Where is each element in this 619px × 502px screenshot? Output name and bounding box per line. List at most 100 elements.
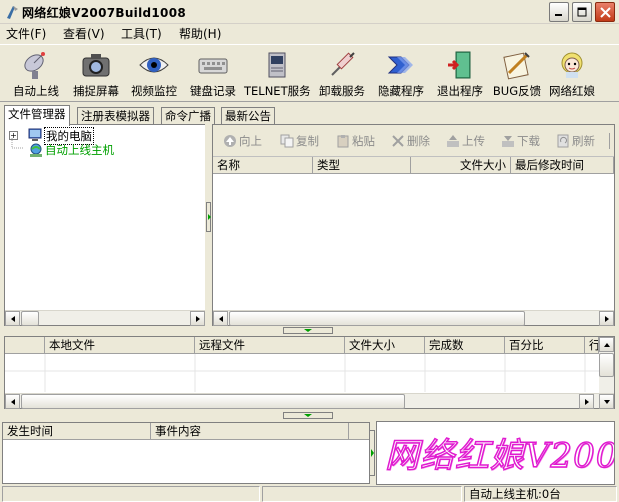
tab-file-manager[interactable]: 文件管理器: [4, 105, 70, 126]
column-event-time[interactable]: 发生时间: [3, 423, 151, 440]
toolbar-label: 视频监控: [131, 84, 177, 98]
host-tree: + 我的电脑 自动上线主机: [4, 124, 206, 326]
horizontal-splitter-grip[interactable]: [283, 412, 333, 419]
toolbar-label: TELNET服务: [244, 84, 311, 98]
exit-door-icon: [444, 49, 476, 81]
scroll-thumb[interactable]: [229, 311, 525, 326]
column-truncated[interactable]: 行: [585, 337, 599, 354]
transfer-list-header: 本地文件 远程文件 文件大小 完成数 百分比 行: [5, 337, 599, 354]
transfer-grid-lines: [5, 354, 599, 392]
close-button[interactable]: [595, 2, 615, 22]
bug-report-icon: [501, 49, 533, 81]
transfer-hscrollbar[interactable]: [5, 393, 614, 409]
tree-item-auto-online-hosts[interactable]: 自动上线主机: [7, 142, 203, 158]
file-toolbar: 向上 复制 粘贴 删除 上传 下载 刷新: [213, 125, 614, 157]
refresh-icon: [556, 134, 570, 148]
toolbar-hide-program-button[interactable]: 隐藏程序: [373, 48, 429, 100]
app-icon: [4, 4, 20, 20]
event-log-panel: 发生时间 事件内容: [2, 422, 370, 484]
log-splitter-grip[interactable]: [369, 430, 375, 476]
terminal-computer-icon: [261, 49, 293, 81]
toolbar-label: 自动上线: [13, 84, 59, 98]
transfer-vscrollbar[interactable]: [599, 337, 614, 393]
scroll-right-arrow-icon[interactable]: [579, 394, 594, 409]
toolbar-label: 键盘记录: [190, 84, 236, 98]
file-download-label: 下载: [517, 134, 540, 148]
column-blank: [5, 337, 45, 354]
scroll-thumb[interactable]: [21, 394, 405, 409]
tree-item-my-computer[interactable]: + 我的电脑: [7, 127, 203, 145]
scroll-up-arrow-icon[interactable]: [599, 337, 614, 352]
minimize-button[interactable]: [549, 2, 569, 22]
scroll-left-arrow-icon[interactable]: [5, 311, 20, 326]
toolbar-label: 退出程序: [437, 84, 483, 98]
toolbar-exit-program-button[interactable]: 退出程序: [432, 48, 488, 100]
column-local-file[interactable]: 本地文件: [45, 337, 195, 354]
title-bar: 网络红娘V2007Build1008: [0, 0, 619, 24]
window-title: 网络红娘V2007Build1008: [22, 6, 186, 20]
scroll-right-arrow-icon[interactable]: [190, 311, 205, 326]
menu-file[interactable]: 文件(F): [6, 26, 46, 42]
toolbar-network-matchmaker-button[interactable]: 网络红娘: [546, 48, 598, 100]
download-icon: [501, 134, 515, 148]
column-transfer-size[interactable]: 文件大小: [345, 337, 425, 354]
file-copy-button[interactable]: 复制: [280, 132, 319, 150]
file-paste-button[interactable]: 粘贴: [336, 132, 375, 150]
tree-hscrollbar[interactable]: [5, 310, 205, 326]
upload-icon: [446, 134, 460, 148]
toolbar-keylogger-button[interactable]: 键盘记录: [184, 48, 242, 100]
file-upload-button[interactable]: 上传: [446, 132, 485, 150]
toolbar-video-monitor-button[interactable]: 视频监控: [126, 48, 182, 100]
scroll-right-arrow-icon[interactable]: [599, 311, 614, 326]
column-type[interactable]: 类型: [313, 157, 411, 174]
scroll-thumb[interactable]: [21, 311, 39, 326]
girl-avatar-icon: [556, 49, 588, 81]
toolbar-bug-report-button[interactable]: BUG反馈: [491, 48, 543, 100]
tab-registry-emulator[interactable]: 注册表模拟器: [77, 107, 154, 125]
file-download-button[interactable]: 下载: [501, 132, 540, 150]
vertical-splitter[interactable]: [205, 124, 212, 326]
eye-icon: [138, 49, 170, 81]
column-file-size[interactable]: 文件大小: [411, 157, 511, 174]
file-upload-label: 上传: [462, 134, 485, 148]
toolbar-uninstall-service-button[interactable]: 卸载服务: [314, 48, 370, 100]
toolbar-telnet-button[interactable]: TELNET服务: [244, 48, 311, 100]
scroll-left-arrow-icon[interactable]: [213, 311, 228, 326]
file-up-button[interactable]: 向上: [223, 132, 262, 150]
horizontal-splitter-grip[interactable]: [283, 327, 333, 334]
file-delete-button[interactable]: 删除: [391, 132, 430, 150]
scroll-down-arrow-icon[interactable]: [599, 394, 614, 409]
file-hscrollbar[interactable]: [213, 310, 614, 326]
toolbar-label: BUG反馈: [492, 84, 542, 98]
toolbar-label: 卸载服务: [319, 84, 365, 98]
menu-help[interactable]: 帮助(H): [179, 26, 221, 42]
tab-command-broadcast[interactable]: 命令广播: [161, 107, 215, 125]
file-refresh-label: 刷新: [572, 134, 595, 148]
column-percent[interactable]: 百分比: [505, 337, 585, 354]
toolbar-auto-online-button[interactable]: 自动上线: [8, 48, 64, 100]
toolbar-capture-screen-button[interactable]: 捕捉屏幕: [68, 48, 124, 100]
satellite-dish-icon: [20, 49, 52, 81]
column-modified-time[interactable]: 最后修改时间: [511, 157, 614, 174]
tab-strip: 文件管理器 注册表模拟器 命令广播 最新公告: [0, 105, 300, 126]
tab-latest-announcement[interactable]: 最新公告: [221, 107, 275, 125]
splitter-grip[interactable]: [206, 202, 211, 232]
maximize-button[interactable]: [572, 2, 592, 22]
scroll-thumb[interactable]: [599, 353, 614, 377]
column-remote-file[interactable]: 远程文件: [195, 337, 345, 354]
scroll-left-arrow-icon[interactable]: [5, 394, 20, 409]
file-refresh-button[interactable]: 刷新: [556, 132, 595, 150]
toolbar-separator: [609, 133, 611, 149]
column-completed[interactable]: 完成数: [425, 337, 505, 354]
menu-view[interactable]: 查看(V): [63, 26, 105, 42]
keyboard-icon: [197, 49, 229, 81]
column-event-content[interactable]: 事件内容: [151, 423, 349, 440]
toolbar-label: 捕捉屏幕: [73, 84, 119, 98]
file-paste-label: 粘贴: [352, 134, 375, 148]
brand-logo-panel: 网络红娘V2007: [376, 421, 615, 485]
tree-label-auto-online-hosts: 自动上线主机: [45, 143, 114, 157]
status-online-hosts: 自动上线主机:0台: [464, 486, 617, 502]
menu-tools[interactable]: 工具(T): [121, 26, 162, 42]
column-name[interactable]: 名称: [213, 157, 313, 174]
file-list-header: 名称 类型 文件大小 最后修改时间: [213, 157, 614, 174]
